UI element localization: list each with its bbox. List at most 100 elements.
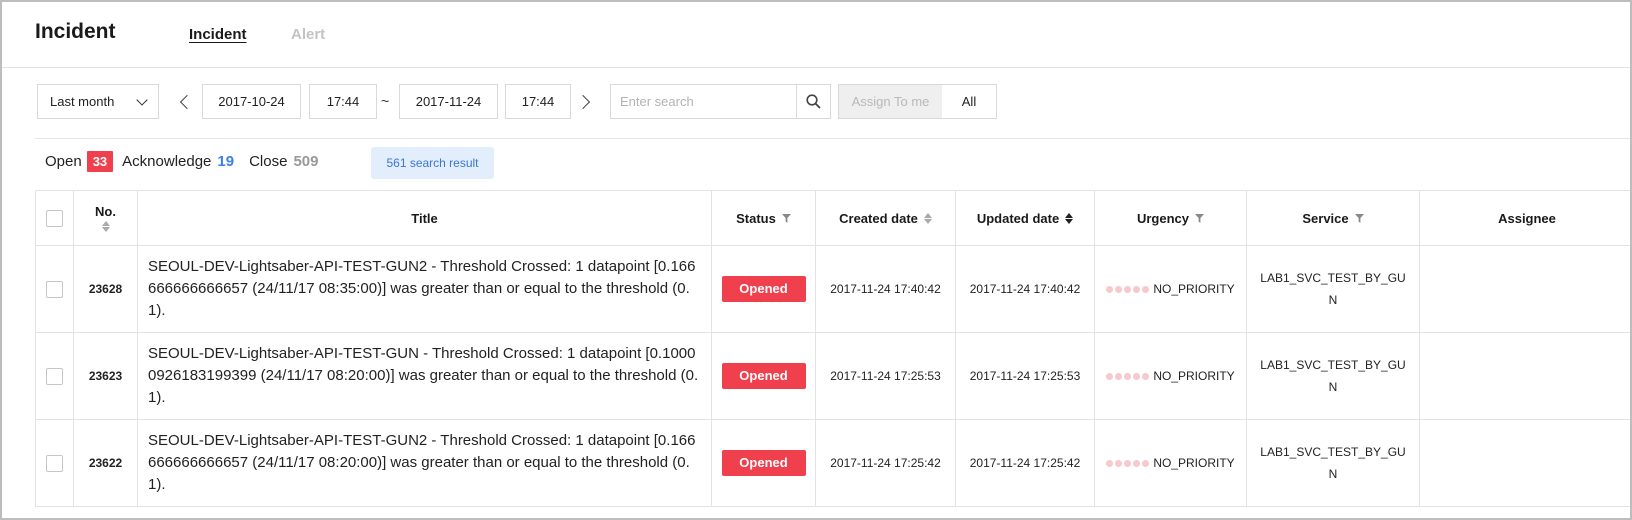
search-box (610, 84, 831, 119)
filter-icon[interactable] (1195, 213, 1205, 223)
assign-to-me-button[interactable]: Assign To me (838, 84, 943, 119)
row-select (35, 332, 74, 420)
page-title: Incident (35, 20, 116, 43)
table-row[interactable]: 23623 SEOUL-DEV-Lightsaber-API-TEST-GUN … (35, 332, 1630, 420)
urgency-dot (1115, 285, 1123, 293)
urgency-dot (1115, 372, 1123, 380)
open-count-badge: 33 (86, 151, 114, 172)
sort-icon (923, 212, 932, 224)
search-result-badge: 561 search result (371, 147, 494, 179)
header-select-all (35, 190, 74, 246)
status-counts: Open 33 Acknowledge 19 Close 509 (45, 151, 318, 172)
incident-number: 23623 (73, 332, 138, 420)
header-updated-label: Updated date (976, 210, 1060, 226)
created-date: 2017-11-24 17:25:53 (815, 332, 956, 420)
header-status[interactable]: Status (711, 190, 816, 246)
urgency-dot (1133, 459, 1141, 467)
filter-icon[interactable] (1354, 213, 1364, 223)
urgency-dot (1133, 372, 1141, 380)
incident-table: No. Title Status Created date Updated da… (35, 190, 1630, 507)
search-input[interactable] (611, 85, 797, 118)
service-name: LAB1_SVC_TEST_BY_GUN (1246, 332, 1420, 420)
urgency-dot (1106, 285, 1114, 293)
search-button[interactable] (796, 85, 830, 118)
urgency-label: NO_PRIORITY (1153, 369, 1235, 384)
chevron-right-icon[interactable] (575, 94, 591, 110)
urgency-cell: NO_PRIORITY (1094, 419, 1247, 507)
updated-date: 2017-11-24 17:25:53 (955, 332, 1095, 420)
range-select[interactable]: Last month (37, 84, 159, 119)
urgency-dot (1142, 459, 1150, 467)
tab-alert[interactable]: Alert (291, 26, 325, 43)
status-cell: Opened (711, 332, 816, 420)
urgency-dot (1124, 459, 1132, 467)
header-updated-date[interactable]: Updated date (955, 190, 1095, 246)
end-time-field[interactable]: 17:44 (505, 84, 571, 119)
urgency-cell: NO_PRIORITY (1094, 245, 1247, 333)
close-label: Close (249, 153, 288, 170)
start-date-field[interactable]: 2017-10-24 (202, 84, 301, 119)
header-status-label: Status (736, 210, 776, 226)
end-date-field[interactable]: 2017-11-24 (399, 84, 498, 119)
range-select-value: Last month (50, 94, 115, 109)
acknowledge-label: Acknowledge (122, 153, 212, 170)
status-badge: Opened (721, 363, 806, 389)
status-badge: Opened (721, 450, 806, 476)
incident-number: 23622 (73, 419, 138, 507)
range-separator: ~ (381, 93, 390, 109)
header-created-date[interactable]: Created date (815, 190, 956, 246)
chevron-left-icon[interactable] (179, 94, 195, 110)
header-assignee: Assignee (1419, 190, 1630, 246)
created-date: 2017-11-24 17:40:42 (815, 245, 956, 333)
incident-title[interactable]: SEOUL-DEV-Lightsaber-API-TEST-GUN2 - Thr… (137, 245, 712, 333)
assignee-cell (1419, 245, 1630, 333)
row-checkbox[interactable] (46, 367, 63, 385)
table-row[interactable]: 23622 SEOUL-DEV-Lightsaber-API-TEST-GUN2… (35, 419, 1630, 507)
page-header: Incident Incident Alert (2, 2, 1630, 68)
header-no[interactable]: No. (73, 190, 138, 246)
incident-title[interactable]: SEOUL-DEV-Lightsaber-API-TEST-GUN - Thre… (137, 332, 712, 420)
open-label: Open (45, 153, 82, 170)
updated-date: 2017-11-24 17:40:42 (955, 245, 1095, 333)
select-all-checkbox[interactable] (46, 209, 63, 227)
filter-icon[interactable] (781, 213, 791, 223)
urgency-label: NO_PRIORITY (1153, 456, 1235, 471)
incident-title[interactable]: SEOUL-DEV-Lightsaber-API-TEST-GUN2 - Thr… (137, 419, 712, 507)
header-title: Title (137, 190, 712, 246)
status-cell: Opened (711, 245, 816, 333)
incident-number: 23628 (73, 245, 138, 333)
row-checkbox[interactable] (46, 280, 63, 298)
close-count: 509 (293, 153, 319, 170)
assignee-cell (1419, 419, 1630, 507)
acknowledge-count: 19 (217, 153, 235, 170)
start-time-field[interactable]: 17:44 (309, 84, 377, 119)
sort-desc-icon (1065, 212, 1074, 224)
row-select (35, 245, 74, 333)
header-service-label: Service (1302, 210, 1349, 226)
header-no-label: No. (95, 203, 116, 219)
tab-incident[interactable]: Incident (189, 26, 247, 43)
row-select (35, 419, 74, 507)
urgency-dot (1115, 459, 1123, 467)
urgency-label: NO_PRIORITY (1153, 282, 1235, 297)
urgency-dot (1124, 285, 1132, 293)
all-button[interactable]: All (942, 84, 997, 119)
header-created-label: Created date (839, 210, 918, 226)
urgency-dot (1106, 459, 1114, 467)
header-urgency[interactable]: Urgency (1094, 190, 1247, 246)
urgency-dot (1124, 372, 1132, 380)
urgency-dot (1133, 285, 1141, 293)
status-cell: Opened (711, 419, 816, 507)
incident-page: Incident Incident Alert Last month 2017-… (0, 0, 1632, 520)
row-checkbox[interactable] (46, 454, 63, 472)
divider (35, 138, 1630, 139)
table-row[interactable]: 23628 SEOUL-DEV-Lightsaber-API-TEST-GUN2… (35, 245, 1630, 333)
chevron-down-icon (136, 93, 148, 106)
urgency-dot (1142, 372, 1150, 380)
urgency-dot (1106, 372, 1114, 380)
updated-date: 2017-11-24 17:25:42 (955, 419, 1095, 507)
header-service[interactable]: Service (1246, 190, 1420, 246)
assignee-cell (1419, 332, 1630, 420)
sort-icon (101, 220, 110, 232)
table-header-row: No. Title Status Created date Updated da… (35, 190, 1630, 246)
